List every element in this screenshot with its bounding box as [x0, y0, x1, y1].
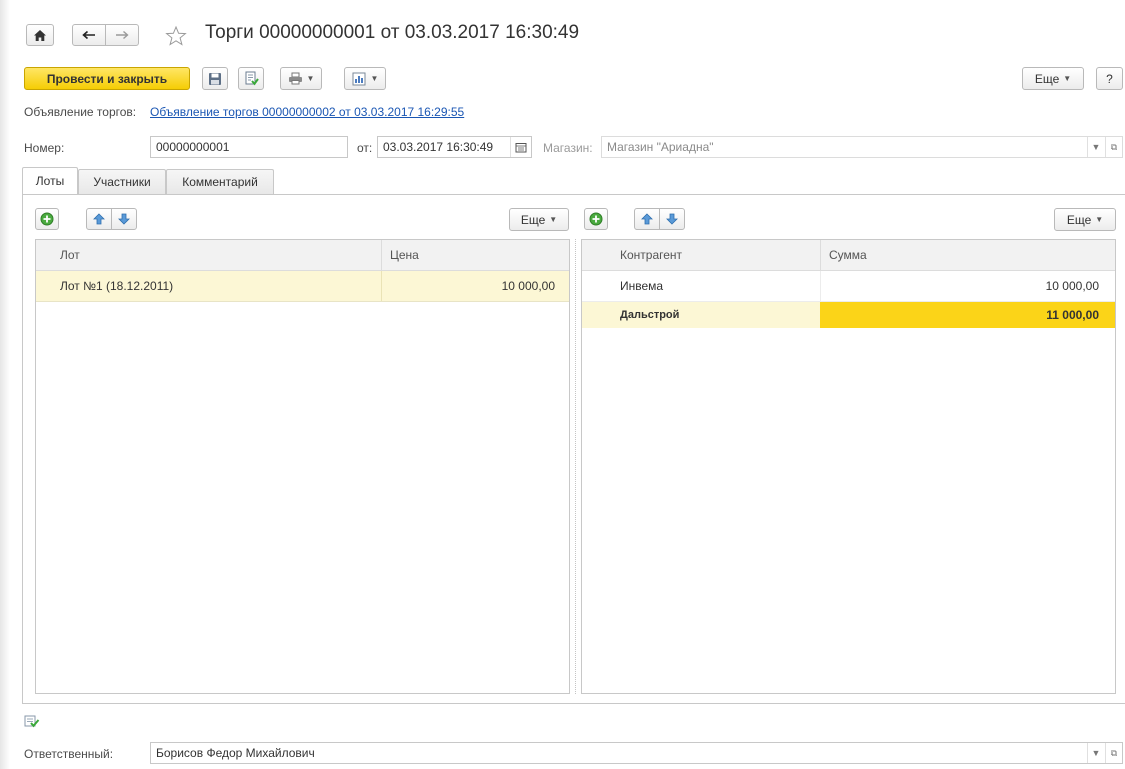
bids-table-header: Контрагент Сумма: [582, 240, 1115, 271]
home-button[interactable]: [26, 24, 54, 46]
number-value: 00000000001: [156, 140, 230, 154]
open-icon[interactable]: ⧉: [1105, 137, 1122, 157]
arrow-left-icon: [82, 30, 95, 40]
announcement-label: Объявление торгов:: [24, 105, 137, 119]
sum-cell: 10 000,00: [1045, 279, 1099, 293]
sum-cell-highlighted: 11 000,00: [820, 302, 1115, 328]
post-and-close-button[interactable]: Провести и закрыть: [24, 67, 190, 90]
tab-participants[interactable]: Участники: [78, 169, 166, 194]
chevron-down-icon[interactable]: ▼: [1087, 137, 1104, 157]
post-document-icon: [245, 71, 259, 86]
plus-circle-icon: [40, 212, 54, 226]
tab-participants-label: Участники: [93, 175, 151, 189]
move-lot-up-button[interactable]: [86, 208, 112, 230]
save-button[interactable]: [202, 67, 228, 90]
more-label: Еще: [1034, 71, 1060, 86]
forward-button[interactable]: [105, 24, 139, 46]
arrow-up-icon: [641, 213, 653, 225]
partner-cell: Инвема: [620, 279, 664, 293]
window-border: [0, 0, 10, 769]
home-icon: [34, 29, 46, 41]
back-button[interactable]: [72, 24, 106, 46]
tab-lots[interactable]: Лоты: [22, 167, 78, 194]
arrow-up-icon: [93, 213, 105, 225]
bids-more-label: Еще: [1066, 212, 1092, 227]
table-row-selected[interactable]: Дальстрой 11 000,00: [582, 302, 1115, 328]
partner-cell: Дальстрой: [620, 309, 680, 321]
store-field[interactable]: Магазин "Ариадна" ▼ ⧉: [601, 136, 1123, 158]
tab-comment-label: Комментарий: [182, 175, 258, 189]
report-icon: [352, 72, 366, 85]
date-value: 03.03.2017 16:30:49: [383, 140, 494, 154]
move-bid-down-button[interactable]: [659, 208, 685, 230]
chevron-down-icon: ▼: [1095, 215, 1104, 224]
announcement-link[interactable]: Объявление торгов 00000000002 от 03.03.2…: [150, 105, 464, 119]
chevron-down-icon: ▼: [306, 74, 315, 83]
panel-splitter[interactable]: [575, 239, 577, 694]
number-field[interactable]: 00000000001: [150, 136, 348, 158]
document-posted-icon: [24, 714, 40, 728]
lots-more-label: Еще: [520, 212, 546, 227]
favorite-star-icon[interactable]: [165, 25, 187, 47]
move-lot-down-button[interactable]: [111, 208, 137, 230]
arrow-down-icon: [666, 213, 678, 225]
store-label: Магазин:: [543, 141, 593, 155]
printer-icon: [288, 72, 302, 85]
tab-lots-label: Лоты: [35, 174, 65, 188]
bids-table[interactable]: Контрагент Сумма Инвема 10 000,00 Дальст…: [581, 239, 1116, 694]
responsible-value: Борисов Федор Михайлович: [156, 746, 315, 760]
date-label: от:: [357, 141, 373, 155]
plus-circle-icon: [589, 212, 603, 226]
calendar-icon[interactable]: [510, 137, 531, 157]
chevron-down-icon[interactable]: ▼: [1087, 743, 1104, 763]
responsible-label: Ответственный:: [24, 747, 114, 761]
more-actions-button[interactable]: Еще ▼: [1022, 67, 1084, 90]
add-bid-button[interactable]: [584, 208, 608, 230]
lot-cell: Лот №1 (18.12.2011): [60, 279, 174, 293]
help-label: ?: [1106, 71, 1113, 86]
post-and-close-label: Провести и закрыть: [46, 71, 168, 86]
chevron-down-icon: ▼: [549, 215, 558, 224]
bids-more-button[interactable]: Еще ▼: [1054, 208, 1116, 231]
column-header-price[interactable]: Цена: [382, 240, 569, 270]
price-cell: 10 000,00: [501, 279, 555, 293]
number-label: Номер:: [24, 141, 65, 155]
open-icon[interactable]: ⧉: [1105, 743, 1122, 763]
reports-button[interactable]: ▼: [344, 67, 386, 90]
tab-comment[interactable]: Комментарий: [166, 169, 274, 194]
arrow-right-icon: [116, 30, 129, 40]
date-field[interactable]: 03.03.2017 16:30:49: [377, 136, 532, 158]
column-header-lot[interactable]: Лот: [56, 240, 381, 270]
help-button[interactable]: ?: [1096, 67, 1123, 90]
page-title: Торги 00000000001 от 03.03.2017 16:30:49: [205, 22, 580, 43]
lots-table-header: Лот Цена: [36, 240, 569, 271]
arrow-down-icon: [118, 213, 130, 225]
table-row[interactable]: Лот №1 (18.12.2011) 10 000,00: [36, 271, 569, 302]
store-value: Магазин "Ариадна": [607, 140, 714, 154]
lots-table[interactable]: Лот Цена Лот №1 (18.12.2011) 10 000,00: [35, 239, 570, 694]
column-header-partner[interactable]: Контрагент: [612, 240, 820, 270]
floppy-disk-icon: [209, 72, 221, 85]
lots-more-button[interactable]: Еще ▼: [509, 208, 569, 231]
responsible-field[interactable]: Борисов Федор Михайлович ▼ ⧉: [150, 742, 1123, 764]
table-row[interactable]: Инвема 10 000,00: [582, 271, 1115, 302]
column-header-sum[interactable]: Сумма: [821, 240, 1115, 270]
print-button[interactable]: ▼: [280, 67, 322, 90]
add-lot-button[interactable]: [35, 208, 59, 230]
chevron-down-icon: ▼: [1063, 74, 1072, 83]
move-bid-up-button[interactable]: [634, 208, 660, 230]
chevron-down-icon: ▼: [370, 74, 379, 83]
post-document-button[interactable]: [238, 67, 264, 90]
